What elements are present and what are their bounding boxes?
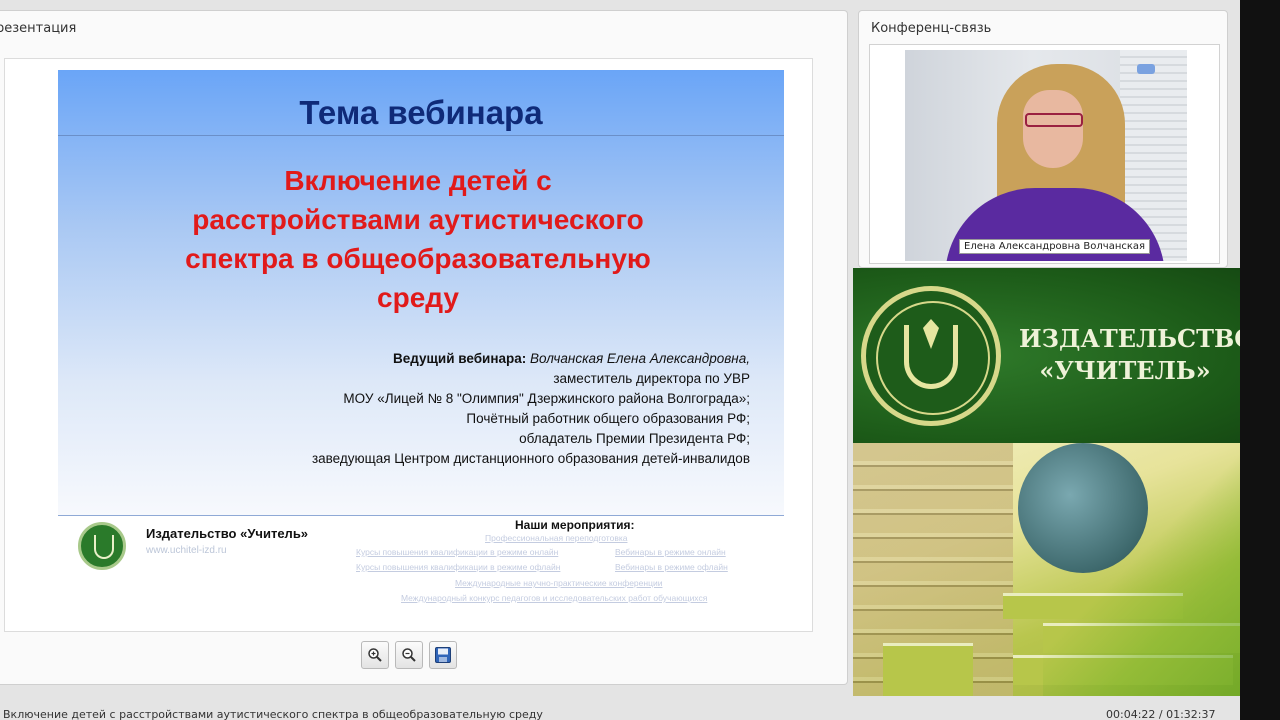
footer-link[interactable]: Профессиональная переподготовка [485, 533, 627, 543]
zoom-in-button[interactable] [361, 641, 389, 669]
slide: Тема вебинара Включение детей с расстрой… [4, 58, 813, 632]
presenter-header: Ведущий вебинара: Волчанская Елена Алекс… [230, 349, 750, 369]
banner-logo-mark [904, 325, 958, 389]
slide-topic-line: спектра в общеобразовательную [185, 243, 651, 274]
footer-link[interactable]: Курсы повышения квалификации в режиме он… [356, 547, 558, 557]
banner-logo-icon [861, 286, 1001, 426]
conference-panel: Конференц-связь Елена Александровна Волч… [858, 10, 1228, 268]
slide-presenter-info: Ведущий вебинара: Волчанская Елена Алекс… [230, 349, 750, 469]
zoom-out-icon [402, 648, 416, 662]
presenter-line: заведующая Центром дистанционного образо… [311, 451, 750, 466]
video-frame: Елена Александровна Волчанская [869, 44, 1220, 264]
presentation-panel: резентация Тема вебинара Включение детей… [0, 10, 848, 685]
slide-topic: Включение детей с расстройствами аутисти… [98, 161, 738, 317]
video-caption: Елена Александровна Волчанская [959, 239, 1151, 254]
video-person-face [1023, 90, 1083, 168]
presenter-line: заместитель директора по УВР [553, 371, 750, 386]
presenter-video[interactable]: Елена Александровна Волчанская [905, 50, 1187, 261]
status-title: Включение детей с расстройствами аутисти… [3, 708, 543, 720]
save-icon [435, 647, 451, 663]
banner-name-line: ИЗДАТЕЛЬСТВО [1019, 324, 1240, 353]
presenter-name: Волчанская Елена Александровна, [530, 351, 750, 366]
banner-name: ИЗДАТЕЛЬСТВО «УЧИТЕЛЬ» [1019, 323, 1240, 387]
save-button[interactable] [429, 641, 457, 669]
banner-book [883, 643, 973, 696]
slide-main-area: Тема вебинара Включение детей с расстрой… [58, 70, 784, 515]
footer-link[interactable]: Вебинары в режиме онлайн [615, 547, 726, 557]
footer-publisher: Издательство «Учитель» [146, 526, 309, 541]
video-person-glasses [1025, 113, 1083, 127]
slide-topic-line: среду [377, 282, 459, 313]
slide-topic-line: расстройствами аутистического [192, 204, 644, 235]
banner-name-line: «УЧИТЕЛЬ» [1039, 356, 1211, 385]
slide-heading: Тема вебинара [58, 70, 784, 136]
footer-events-title: Наши мероприятия: [515, 518, 635, 532]
footer-link[interactable]: Курсы повышения квалификации в режиме оф… [356, 562, 560, 572]
slide-topic-line: Включение детей с [284, 165, 552, 196]
banner-books-image [853, 443, 1240, 696]
footer-link[interactable]: Международные научно-практические конфер… [455, 578, 662, 588]
presenter-line: обладатель Премии Президента РФ; [519, 431, 750, 446]
presenter-line: МОУ «Лицей № 8 "Олимпия" Дзержинского ра… [343, 391, 750, 406]
presentation-toolbar [361, 641, 457, 671]
presenter-line: Почётный работник общего образования РФ; [466, 411, 750, 426]
banner-sheen [1043, 443, 1240, 696]
zoom-in-icon [368, 648, 382, 662]
footer-link[interactable]: Международный конкурс педагогов и исслед… [401, 593, 707, 603]
zoom-out-button[interactable] [395, 641, 423, 669]
footer-link[interactable]: Вебинары в режиме офлайн [615, 562, 728, 572]
video-badge-icon [1137, 64, 1155, 74]
presentation-panel-title: резентация [0, 21, 77, 36]
publisher-banner: ИЗДАТЕЛЬСТВО «УЧИТЕЛЬ» [853, 268, 1240, 696]
slide-footer: Издательство «Учитель» www.uchitel-izd.r… [58, 515, 784, 615]
screen-edge [1240, 0, 1280, 720]
publisher-logo-icon [78, 522, 126, 570]
playback-time: 00:04:22 / 01:32:37 [1106, 708, 1216, 720]
conference-panel-title: Конференц-связь [871, 21, 992, 36]
banner-top: ИЗДАТЕЛЬСТВО «УЧИТЕЛЬ» [853, 268, 1240, 443]
presenter-label: Ведущий вебинара: [393, 351, 527, 366]
footer-site-link[interactable]: www.uchitel-izd.ru [146, 545, 227, 556]
